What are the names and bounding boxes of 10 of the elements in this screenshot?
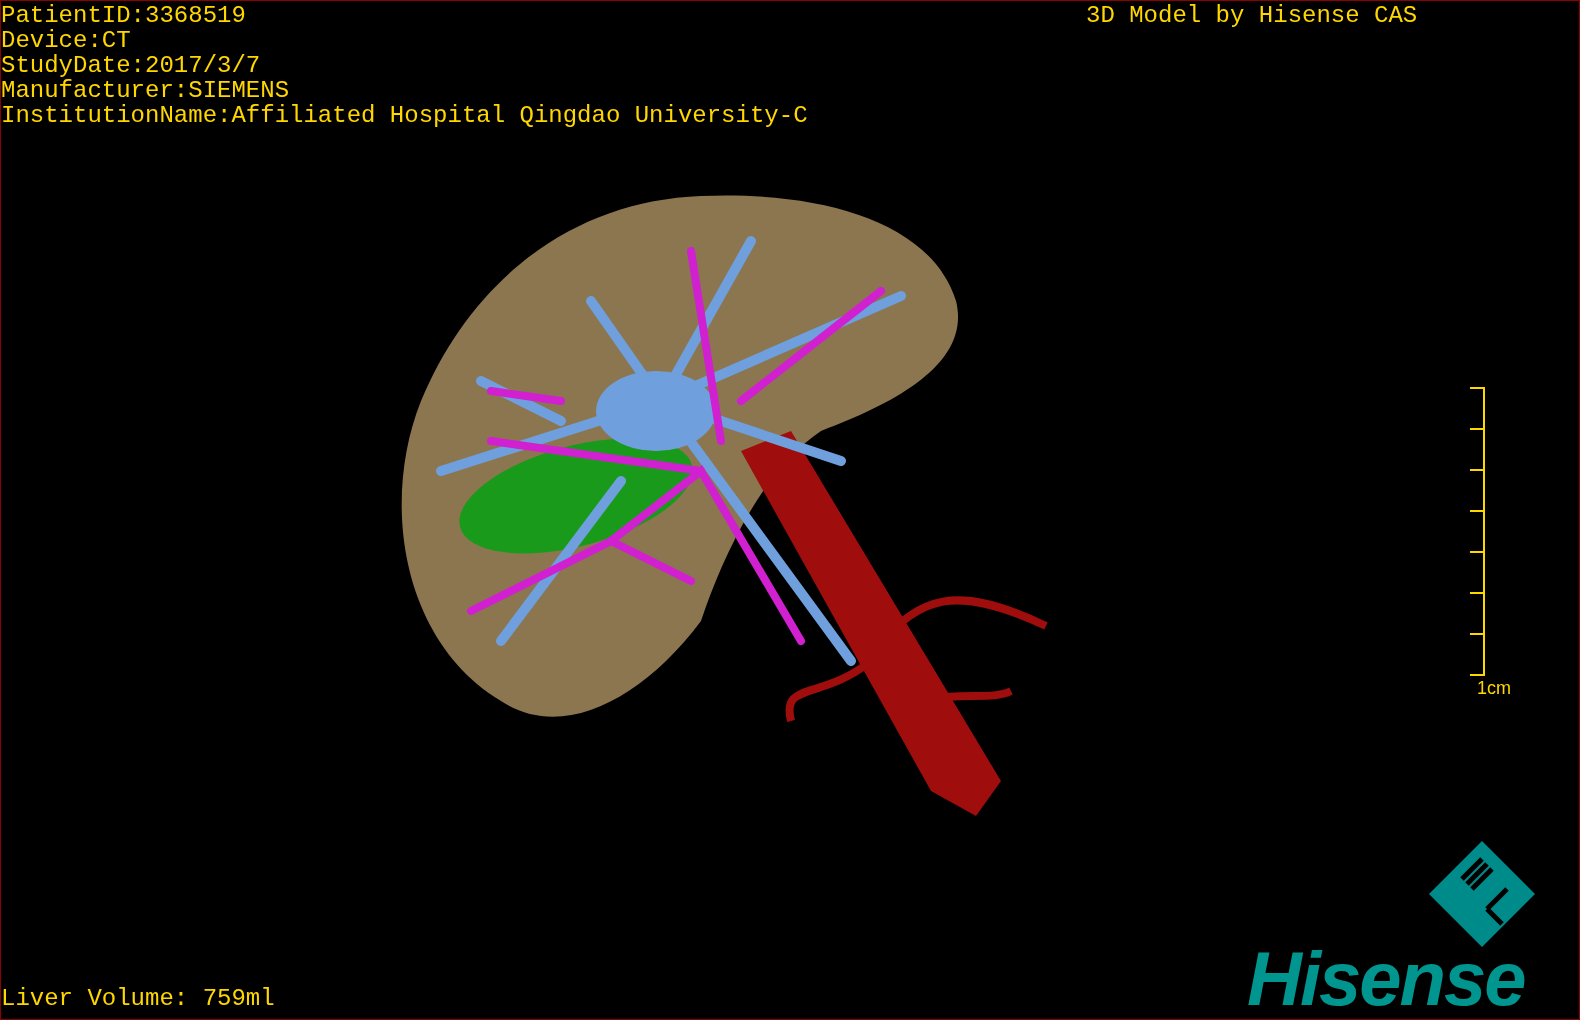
patient-info-line: PatientID:3368519 xyxy=(1,3,247,28)
scale-label: 1cm xyxy=(1477,677,1511,699)
patient-info-line: Device:CT xyxy=(1,28,132,53)
patient-info-line: StudyDate:2017/3/7 xyxy=(1,53,262,78)
logo-icon xyxy=(1427,839,1537,949)
patient-info-line: InstitutionName:Affiliated Hospital Qingdao University-C xyxy=(1,103,808,128)
liver-volume: Liver Volume: 759ml xyxy=(1,986,275,1011)
patient-info-line: Manufacturer:SIEMENS xyxy=(1,78,291,103)
logo-wordmark: Hisense xyxy=(1247,943,1525,1015)
viewer-title: 3D Model by Hisense CAS xyxy=(1086,3,1418,28)
